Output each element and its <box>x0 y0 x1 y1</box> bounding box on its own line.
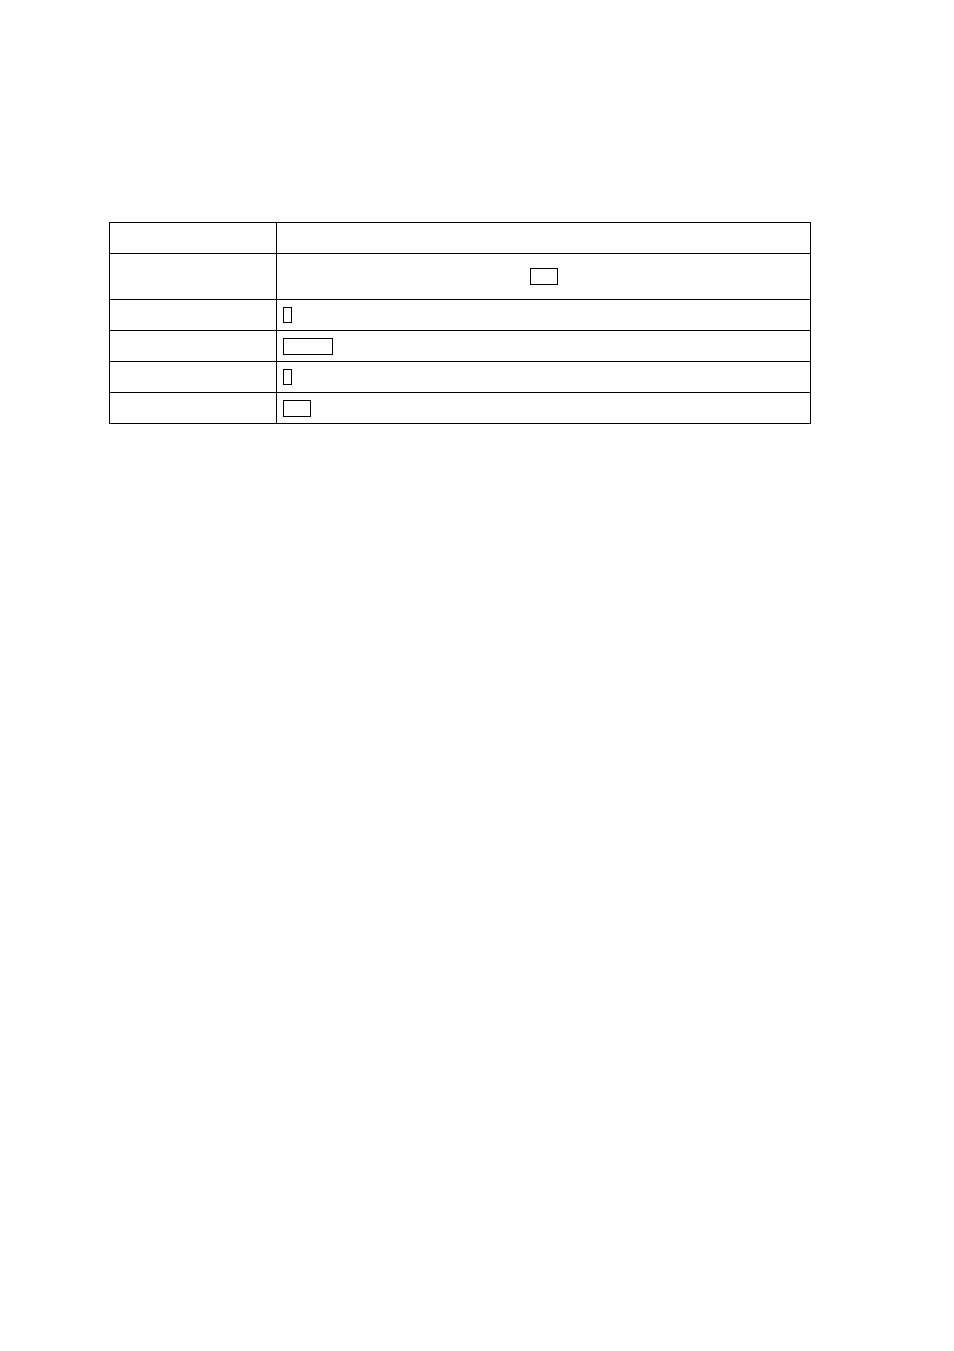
cell-value <box>277 223 811 254</box>
table-row <box>110 300 811 331</box>
cell-value <box>277 331 811 362</box>
cell-label <box>110 254 277 300</box>
cell-label <box>110 223 277 254</box>
cell-label <box>110 331 277 362</box>
cell-label <box>110 393 277 424</box>
input-box[interactable] <box>283 338 333 355</box>
table <box>109 222 811 424</box>
table-row <box>110 254 811 300</box>
cell-label <box>110 300 277 331</box>
table-row <box>110 223 811 254</box>
form-table <box>109 222 811 424</box>
input-box[interactable] <box>283 369 292 385</box>
cell-value <box>277 300 811 331</box>
input-box[interactable] <box>530 268 558 285</box>
cell-label <box>110 362 277 393</box>
input-box[interactable] <box>283 400 311 417</box>
cell-value <box>277 254 811 300</box>
input-box[interactable] <box>283 307 292 323</box>
cell-value <box>277 393 811 424</box>
cell-value <box>277 362 811 393</box>
table-row <box>110 362 811 393</box>
table-row <box>110 331 811 362</box>
table-row <box>110 393 811 424</box>
